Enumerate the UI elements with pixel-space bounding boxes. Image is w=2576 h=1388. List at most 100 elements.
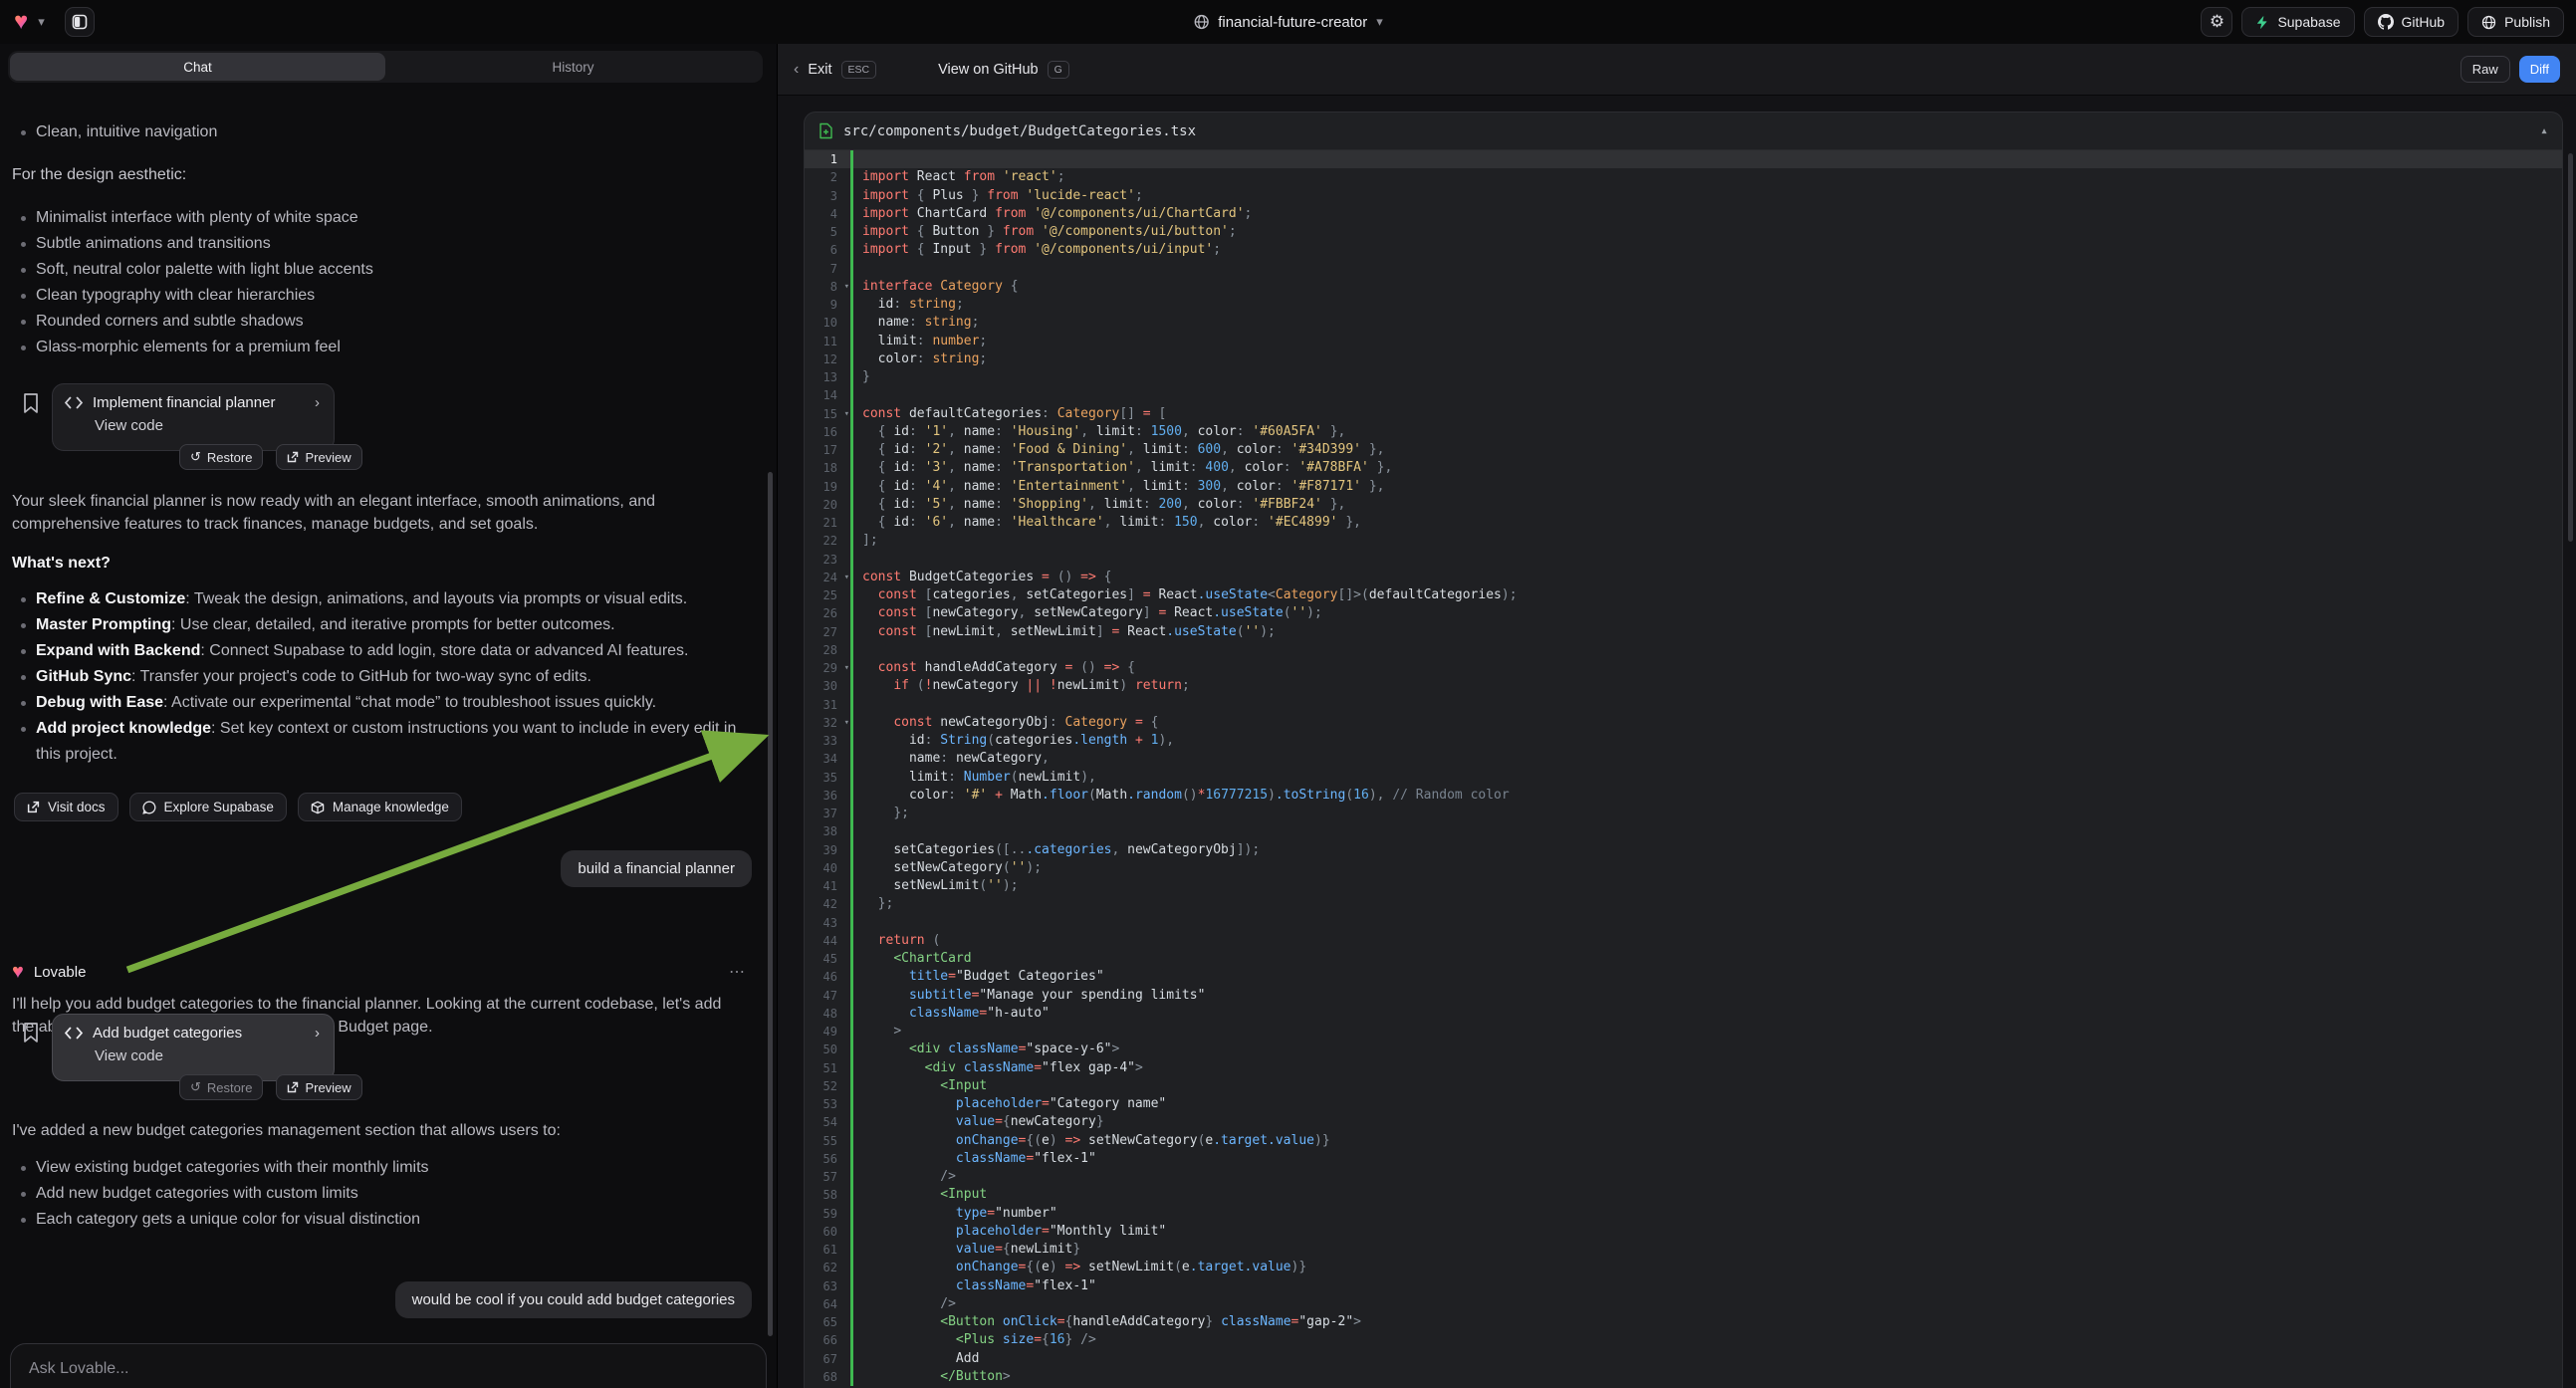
code-line: 54 value={newCategory} (805, 1113, 2562, 1131)
settings-button[interactable]: ⚙ (2201, 7, 2232, 37)
github-button[interactable]: GitHub (2364, 7, 2459, 37)
line-number: 61 (805, 1241, 850, 1259)
code-text: className="h-auto" (850, 1005, 2562, 1023)
line-number: 36 (805, 787, 850, 805)
line-number: 10 (805, 314, 850, 332)
manage-knowledge-button[interactable]: Manage knowledge (298, 793, 462, 821)
prompt-placeholder: Ask Lovable... (29, 1360, 750, 1378)
code-line: 19 { id: '4', name: 'Entertainment', lim… (805, 478, 2562, 496)
fold-chevron-icon[interactable]: ▾ (844, 659, 849, 677)
file-header[interactable]: src/components/budget/BudgetCategories.t… (805, 113, 2562, 150)
chat-scrollbar[interactable] (768, 472, 773, 1336)
chevron-right-icon: › (315, 1025, 320, 1041)
code-text: value={newCategory} (850, 1113, 2562, 1131)
knowledge-box-icon (311, 801, 325, 814)
code-line: 67 Add (805, 1350, 2562, 1368)
added-features-list: View existing budget categories with the… (12, 1155, 747, 1233)
view-code-link[interactable]: View code (95, 1047, 320, 1064)
list-item: Debug with Ease: Activate our experiment… (12, 690, 747, 716)
tab-history[interactable]: History (385, 53, 761, 81)
code-line: 31 (805, 696, 2562, 714)
restore-button[interactable]: ↺ Restore (179, 444, 263, 470)
line-number: 45 (805, 950, 850, 968)
code-line: 62 onChange={(e) => setNewLimit(e.target… (805, 1259, 2562, 1276)
code-scrollbar[interactable] (2568, 153, 2573, 542)
code-line: 47 subtitle="Manage your spending limits… (805, 987, 2562, 1005)
list-item: Add new budget categories with custom li… (12, 1181, 747, 1207)
publish-label: Publish (2504, 14, 2550, 30)
version-card-implement-financial-planner[interactable]: Implement financial planner › View code (52, 383, 335, 451)
line-number: 3 (805, 187, 850, 205)
code-text: <Button onClick={handleAddCategory} clas… (850, 1313, 2562, 1331)
bookmark-icon[interactable] (22, 1022, 40, 1043)
fold-chevron-icon[interactable]: ▾ (844, 405, 849, 423)
file-added-icon (819, 122, 833, 139)
line-number: 12 (805, 350, 850, 368)
lovable-avatar-icon: ♥ (12, 962, 24, 982)
tab-chat[interactable]: Chat (10, 53, 385, 81)
code-line: 64 /> (805, 1295, 2562, 1313)
chevron-down-icon[interactable]: ▾ (38, 14, 45, 30)
line-number: 65 (805, 1313, 850, 1331)
diff-toggle-button[interactable]: Diff (2519, 56, 2560, 83)
code-line: 60 placeholder="Monthly limit" (805, 1223, 2562, 1241)
line-number: 40 (805, 859, 850, 877)
list-item: GitHub Sync: Transfer your project's cod… (12, 664, 747, 690)
code-line: 5import { Button } from '@/components/ui… (805, 223, 2562, 241)
code-text: id: String(categories.length + 1), (850, 732, 2562, 750)
line-number: 35 (805, 769, 850, 787)
code-text: </Button> (850, 1368, 2562, 1386)
preview-button[interactable]: Preview (276, 444, 361, 470)
code-line: 17 { id: '2', name: 'Food & Dining', lim… (805, 441, 2562, 459)
line-number: 55 (805, 1132, 850, 1150)
chat-bubble-icon (142, 801, 156, 814)
code-text: interface Category { (850, 278, 2562, 296)
chevron-up-icon[interactable]: ▴ (2540, 123, 2548, 138)
panel-icon (72, 14, 88, 30)
version-card-add-budget-categories[interactable]: Add budget categories › View code (52, 1014, 335, 1081)
code-text: import { Button } from '@/components/ui/… (850, 223, 2562, 241)
message-menu-icon[interactable]: ⋯ (729, 962, 747, 982)
code-line: 11 limit: number; (805, 333, 2562, 350)
lovable-logo-icon[interactable]: ♥ (14, 10, 28, 34)
view-on-github-button[interactable]: View on GitHub G (938, 61, 1069, 79)
code-line: 36 color: '#' + Math.floor(Math.random()… (805, 787, 2562, 805)
code-line: 44 return ( (805, 932, 2562, 950)
code-line: 8▾interface Category { (805, 278, 2562, 296)
line-number: 48 (805, 1005, 850, 1023)
fold-chevron-icon[interactable]: ▾ (844, 278, 849, 296)
exit-button[interactable]: ‹ Exit ESC (794, 61, 876, 79)
raw-toggle-button[interactable]: Raw (2460, 56, 2510, 83)
code-text: } (850, 368, 2562, 386)
fold-chevron-icon[interactable]: ▾ (844, 714, 849, 732)
code-text: <Plus size={16} /> (850, 1331, 2562, 1349)
code-text: setNewLimit(''); (850, 877, 2562, 895)
explore-supabase-button[interactable]: Explore Supabase (129, 793, 287, 821)
prompt-input-box[interactable]: Ask Lovable... Attach Edit (10, 1343, 767, 1388)
code-line: 2import React from 'react'; (805, 168, 2562, 186)
list-item: Subtle animations and transitions (12, 231, 747, 257)
code-viewer-header: ‹ Exit ESC View on GitHub G Raw Diff (778, 44, 2576, 96)
chevron-right-icon: › (315, 394, 320, 411)
bookmark-icon[interactable] (22, 392, 40, 414)
fold-chevron-icon[interactable]: ▾ (844, 569, 849, 586)
view-code-link[interactable]: View code (95, 417, 320, 434)
code-editor: 12import React from 'react';3import { Pl… (805, 150, 2562, 1388)
code-text: <div className="flex gap-4"> (850, 1059, 2562, 1077)
code-line: 56 className="flex-1" (805, 1150, 2562, 1168)
preview-button[interactable]: Preview (276, 1074, 361, 1100)
publish-button[interactable]: Publish (2467, 7, 2564, 37)
line-number: 31 (805, 696, 850, 714)
restore-icon: ↺ (190, 1079, 201, 1095)
toggle-sidebar-button[interactable] (65, 7, 95, 37)
line-number: 32▾ (805, 714, 850, 732)
project-switcher[interactable]: financial-future-creator ▾ (1193, 14, 1383, 31)
chat-scroll-area: Clean, intuitive navigation For the desi… (0, 84, 777, 1388)
g-keycap: G (1048, 61, 1069, 79)
code-line: 3import { Plus } from 'lucide-react'; (805, 187, 2562, 205)
visit-docs-button[interactable]: Visit docs (14, 793, 118, 821)
code-line: 16 { id: '1', name: 'Housing', limit: 15… (805, 423, 2562, 441)
restore-button[interactable]: ↺ Restore (179, 1074, 263, 1100)
code-line: 46 title="Budget Categories" (805, 968, 2562, 986)
supabase-button[interactable]: Supabase (2241, 7, 2354, 37)
